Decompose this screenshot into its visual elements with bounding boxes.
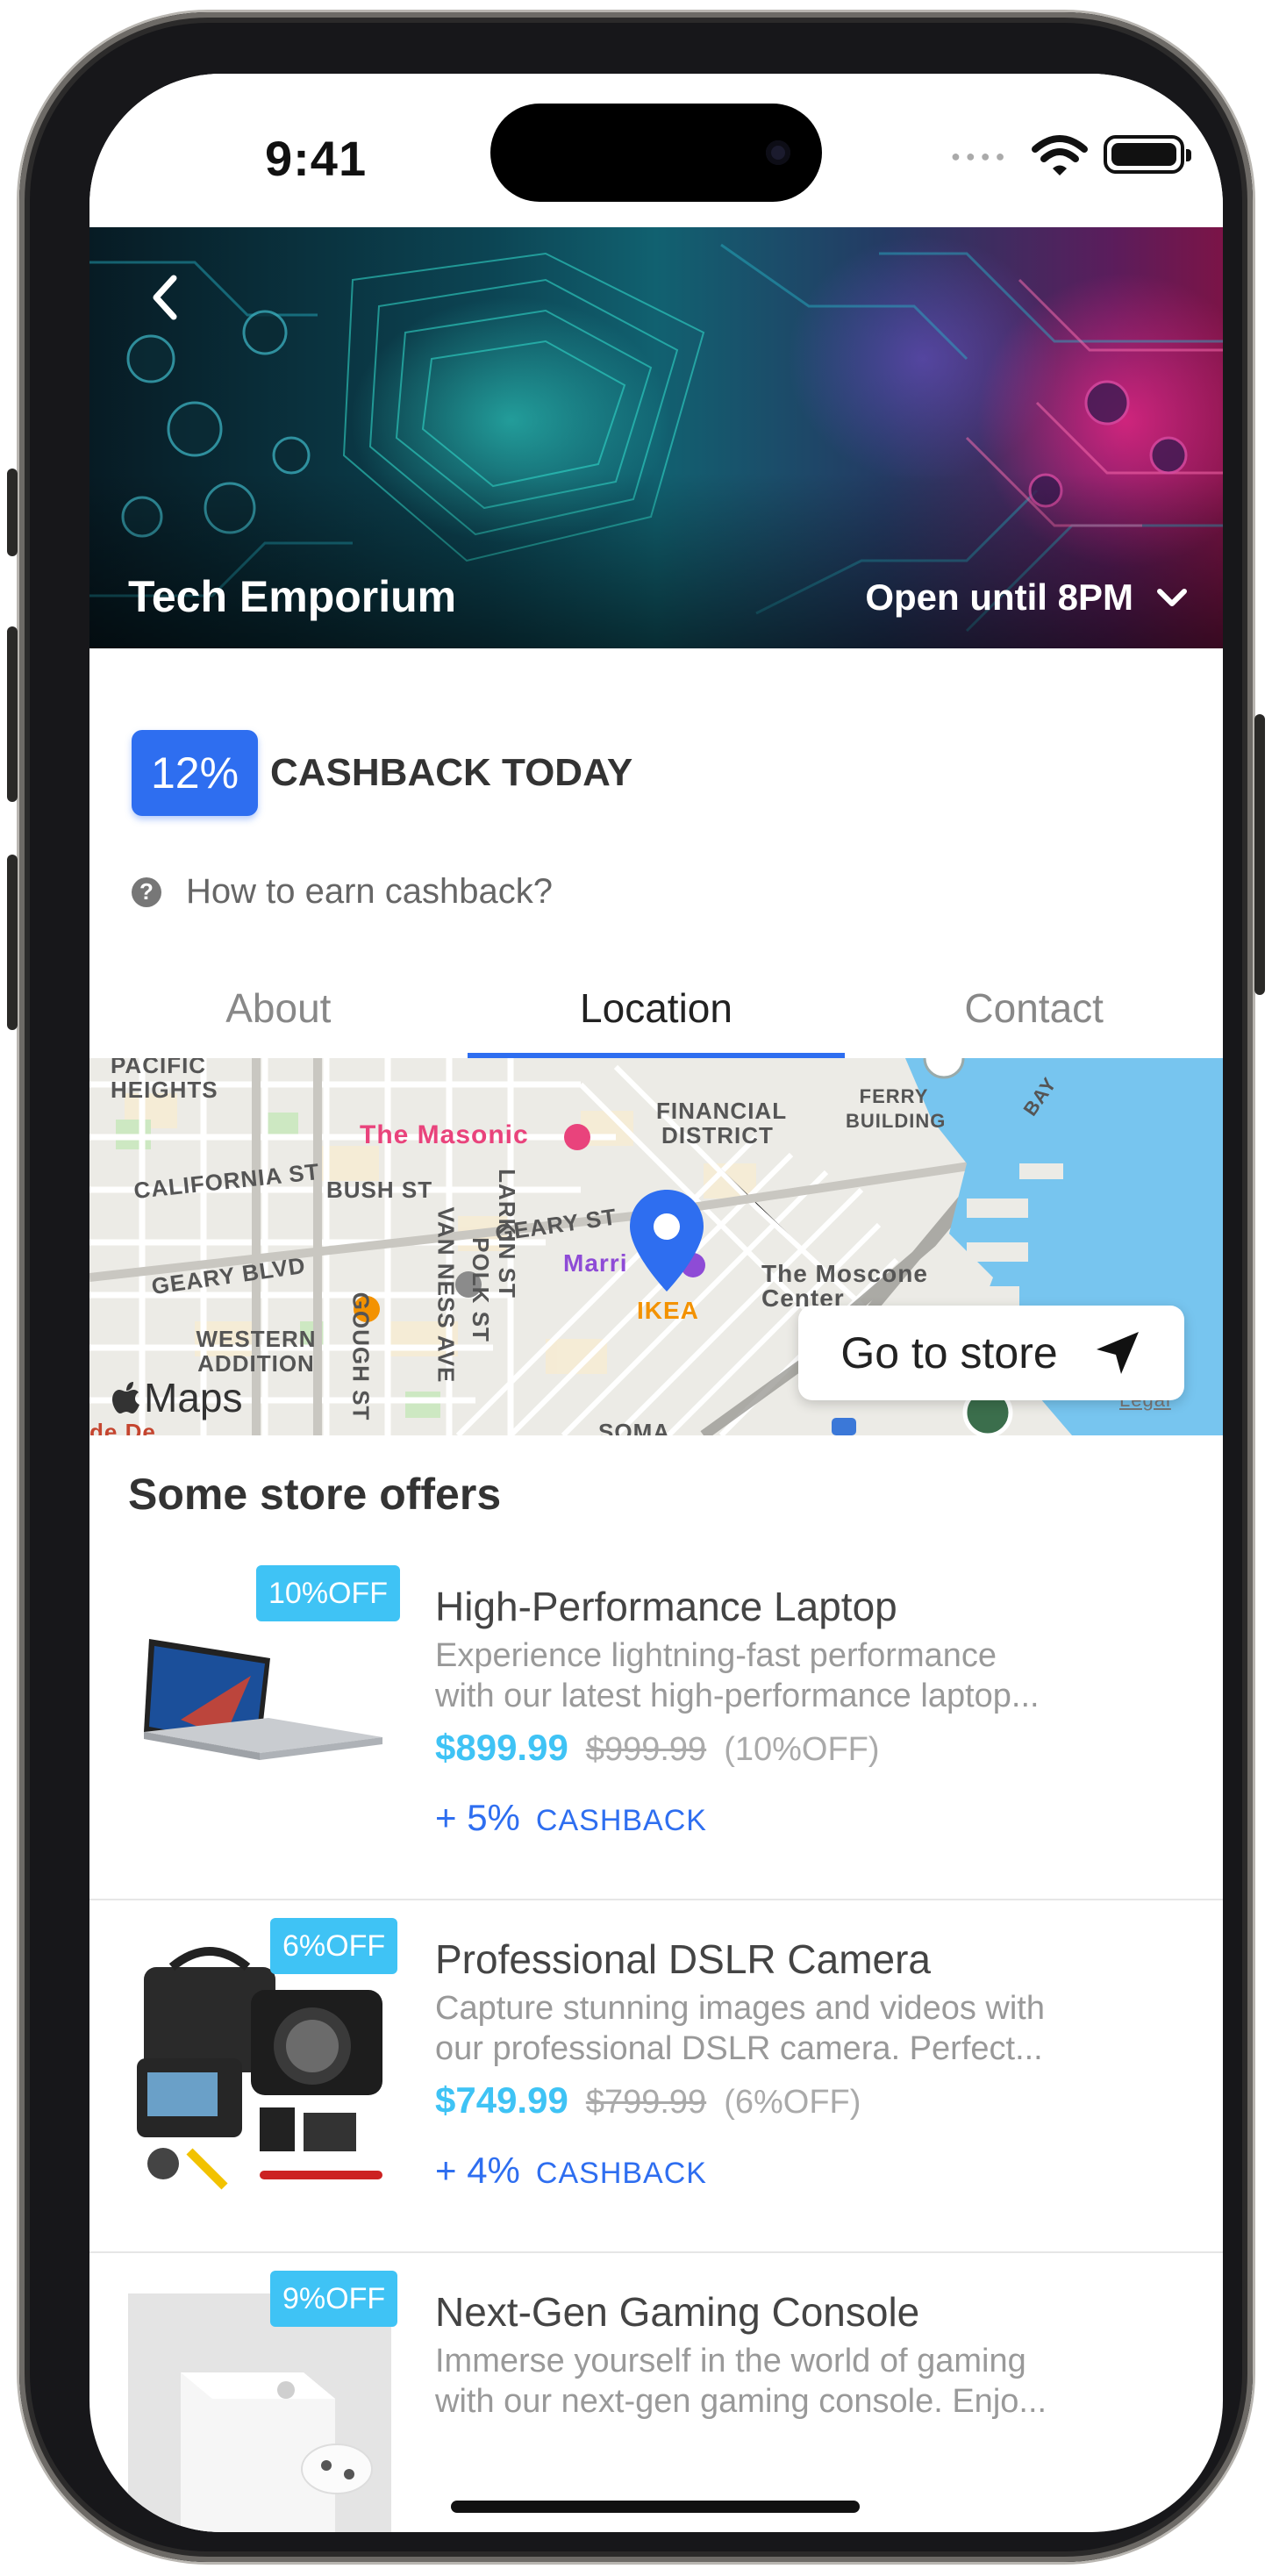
offer-description-line: Experience lightning-fast performance	[435, 1637, 997, 1674]
hero-gradient-overlay	[89, 473, 1223, 648]
apple-logo-icon	[112, 1382, 139, 1413]
discount-badge: 6%OFF	[270, 1918, 398, 1974]
discount-badge: 10%OFF	[256, 1565, 401, 1621]
map-label-gough-st: GOUGH ST	[347, 1292, 375, 1421]
go-to-store-button[interactable]: Go to store	[798, 1306, 1184, 1400]
store-location-map[interactable]: PACIFIC HEIGHTS FINANCIAL DISTRICT FERRY…	[89, 1058, 1223, 1435]
volume-up-button	[7, 626, 18, 802]
wifi-icon	[1032, 135, 1088, 175]
original-price: $999.99	[585, 1731, 707, 1768]
how-to-earn-cashback-link[interactable]: ? How to earn cashback?	[132, 872, 553, 912]
chevron-down-icon	[1157, 589, 1187, 606]
tab-about[interactable]: About	[89, 969, 468, 1058]
cashback-label: CASHBACK TODAY	[270, 751, 633, 794]
power-button	[1254, 714, 1265, 995]
offers-section-title: Some store offers	[128, 1470, 502, 1519]
map-label-van-ness-ave: VAN NESS AVE	[432, 1206, 460, 1384]
cashback-banner: 12% CASHBACK TODAY	[132, 730, 632, 816]
dslr-camera-product-image	[128, 1941, 391, 2204]
offer-cashback-label: CASHBACK	[535, 1804, 707, 1837]
navigation-arrow-icon	[1096, 1332, 1139, 1374]
offer-description: Experience lightning-fast performance wi…	[435, 1635, 1172, 1716]
status-time: 9:41	[265, 131, 368, 186]
offer-cashback-value: + 4%	[435, 2150, 520, 2191]
map-label-financial-district: FINANCIAL DISTRICT	[656, 1098, 788, 1148]
map-label-moscone: The Moscone Center	[761, 1260, 928, 1312]
go-to-store-label: Go to store	[840, 1328, 1058, 1377]
offer-card[interactable]: 9%OFF Next-Gen Gaming Console Immerse yo…	[89, 2253, 1223, 2532]
tab-location[interactable]: Location	[467, 969, 846, 1058]
back-arrow-icon[interactable]	[140, 262, 193, 333]
signal-dots-icon: ●●●●	[951, 147, 1011, 165]
dynamic-island	[490, 104, 822, 202]
map-label-western-addition: WESTERN ADDITION	[196, 1326, 317, 1377]
how-to-earn-cashback-text: How to earn cashback?	[186, 872, 554, 911]
offers-list: 10%OFF High-Performance Laptop Experienc…	[89, 1548, 1223, 2532]
map-label-polk-st: POLK ST	[467, 1237, 494, 1342]
store-hours-text: Open until 8PM	[865, 576, 1133, 618]
map-label-bush-st: BUSH ST	[326, 1177, 433, 1203]
price-row: $749.99 $799.99 (6%OFF)	[435, 2079, 861, 2122]
discount-badge: 9%OFF	[270, 2271, 398, 2327]
volume-down-button	[7, 855, 18, 1030]
map-label-ikea: IKEA	[637, 1297, 699, 1324]
maps-logo-text: Maps	[144, 1375, 243, 1420]
offer-card[interactable]: 10%OFF High-Performance Laptop Experienc…	[89, 1548, 1223, 1900]
tab-contact[interactable]: Contact	[845, 969, 1223, 1058]
sale-price: $749.99	[435, 2079, 568, 2121]
offer-description-line: Immerse yourself in the world of gaming	[435, 2343, 1026, 2379]
discount-percent: (6%OFF)	[724, 2084, 861, 2121]
question-circle-icon: ?	[132, 877, 161, 907]
screen: 9:41 ●●●● Tech Emporium Open until 8PM 1…	[89, 74, 1223, 2532]
store-hero: Tech Emporium Open until 8PM	[89, 227, 1223, 648]
original-price: $799.99	[585, 2084, 707, 2121]
apple-maps-logo: Maps	[112, 1374, 242, 1421]
offer-description: Capture stunning images and videos with …	[435, 1988, 1172, 2069]
offer-description-line: with our next-gen gaming console. Enjo..…	[435, 2383, 1047, 2420]
store-location-pin-icon[interactable]	[626, 1188, 707, 1295]
store-name: Tech Emporium	[128, 572, 457, 621]
cashback-percent-badge: 12%	[132, 730, 258, 816]
offer-cashback: + 4% CASHBACK	[435, 2150, 707, 2192]
map-label-masonic: The Masonic	[360, 1120, 529, 1149]
home-indicator[interactable]	[451, 2501, 860, 2513]
offer-description: Immerse yourself in the world of gaming …	[435, 2341, 1172, 2422]
laptop-product-image	[128, 1588, 391, 1851]
action-button	[7, 469, 18, 556]
map-label-ferry-building: FERRY BUILDING	[846, 1085, 947, 1132]
price-row: $899.99 $999.99 (10%OFF)	[435, 1727, 880, 1769]
offer-cashback-label: CASHBACK	[535, 2157, 707, 2190]
status-bar: 9:41 ●●●●	[89, 74, 1223, 227]
battery-icon	[1104, 135, 1191, 174]
camera-icon	[766, 140, 790, 165]
offer-title: High-Performance Laptop	[435, 1584, 897, 1629]
store-hours-dropdown[interactable]: Open until 8PM	[865, 576, 1188, 619]
map-label-de-de: de De	[89, 1419, 156, 1435]
offer-cashback-value: + 5%	[435, 1797, 520, 1838]
offer-description-line: our professional DSLR camera. Perfect...	[435, 2030, 1043, 2067]
gaming-console-product-image	[128, 2293, 391, 2532]
offer-title: Next-Gen Gaming Console	[435, 2289, 920, 2335]
sale-price: $899.99	[435, 1727, 568, 1768]
offer-card[interactable]: 6%OFF Professional DSLR Camera Capture s…	[89, 1900, 1223, 2253]
phone-frame: 9:41 ●●●● Tech Emporium Open until 8PM 1…	[7, 12, 1265, 2562]
offer-description-line: with our latest high-performance laptop.…	[435, 1678, 1040, 1714]
map-label-marriott: Marri	[563, 1249, 628, 1277]
offer-description-line: Capture stunning images and videos with	[435, 1990, 1045, 2027]
offer-cashback: + 5% CASHBACK	[435, 1797, 707, 1839]
store-tabs: About Location Contact	[89, 969, 1223, 1058]
map-label-pacific-heights: PACIFIC HEIGHTS	[111, 1058, 218, 1103]
discount-percent: (10%OFF)	[724, 1731, 880, 1768]
offer-title: Professional DSLR Camera	[435, 1936, 932, 1982]
map-label-soma: SOMA	[598, 1419, 670, 1435]
